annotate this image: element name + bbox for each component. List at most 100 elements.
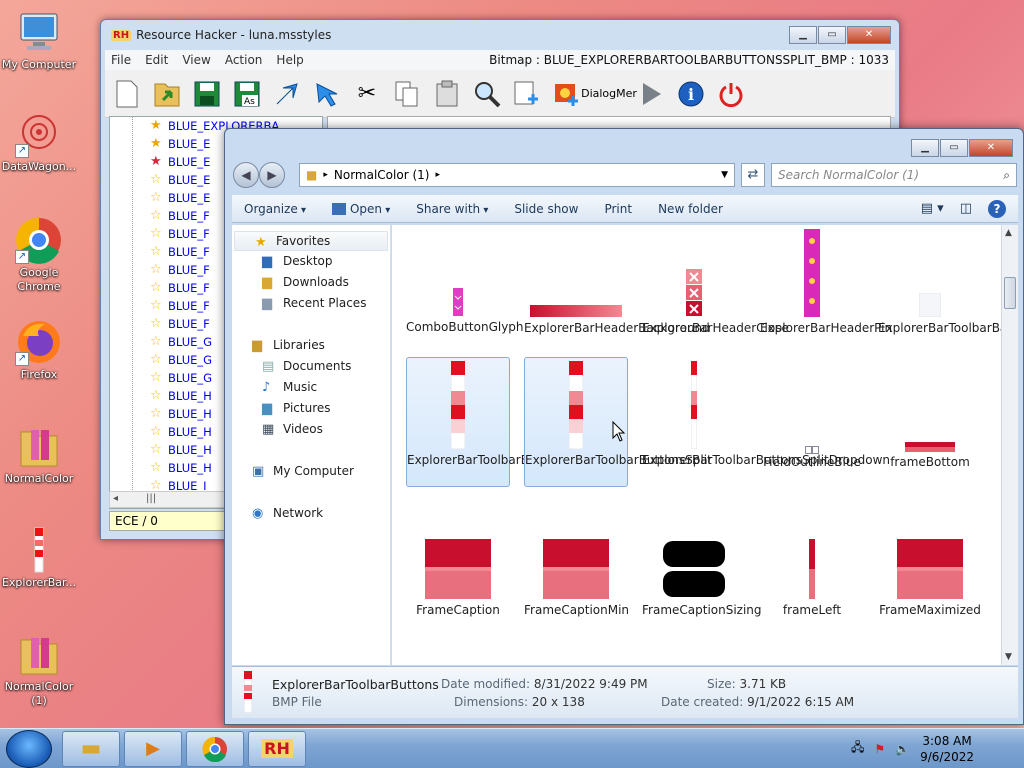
dialog-label: Dialog <box>581 87 617 100</box>
desktop-icon-explorerbar[interactable]: ExplorerBar... <box>1 526 77 590</box>
nav-pictures[interactable]: ▆ Pictures <box>232 398 390 419</box>
paste-icon[interactable] <box>431 78 463 110</box>
nav-favorites[interactable]: ★ Favorites <box>234 231 388 251</box>
copy-icon[interactable] <box>391 78 423 110</box>
file-name: ExplorerBarToolbarBackground <box>878 321 1018 335</box>
new-file-icon[interactable] <box>111 78 143 110</box>
start-button[interactable] <box>6 729 52 768</box>
desktop-icon-datawagon[interactable]: ↗ DataWagon... <box>1 110 77 174</box>
open-file-icon[interactable] <box>151 78 183 110</box>
explorer-close-button[interactable]: ✕ <box>969 139 1013 157</box>
power-icon[interactable] <box>715 78 747 110</box>
new-folder-button[interactable]: New folder <box>658 202 723 216</box>
scroll-thumb[interactable]: ||| <box>146 493 156 504</box>
nav-downloads[interactable]: ▆ Downloads <box>232 272 390 293</box>
change-view-icon[interactable]: ▤ ▾ <box>921 201 944 216</box>
scroll-left-icon[interactable]: ◂ <box>113 493 118 504</box>
file-tile-explorerbartoolbarbackground[interactable]: ExplorerBarToolbarBackground <box>878 292 1018 336</box>
scroll-thumb[interactable] <box>1004 277 1016 309</box>
cut-icon[interactable]: ✂ <box>351 78 383 110</box>
file-tile-fieldoutlineblue[interactable]: FieldOutlineBlue <box>760 443 864 470</box>
desktop-icon-my-computer[interactable]: My Computer <box>1 8 77 72</box>
network-status-icon[interactable]: 🖧 <box>851 738 864 759</box>
address-bar[interactable]: ■ ▸ NormalColor (1) ▸ ▼ <box>299 163 735 187</box>
file-tile-explorerbarheaderbackground[interactable]: ExplorerBarHeaderBackground <box>524 305 710 336</box>
share-with-button[interactable]: Share with <box>416 202 488 216</box>
dialog-merger-button[interactable]: Dialog Mer <box>581 78 637 110</box>
file-tile-framecaptionsizing[interactable]: FrameCaptionSizing <box>642 539 762 618</box>
back-button[interactable]: ◀ <box>233 162 259 188</box>
tree-item-label: BLUE_E <box>168 173 211 187</box>
search-icon[interactable]: ⌕ <box>1003 168 1010 183</box>
add-resource-icon[interactable] <box>511 78 543 110</box>
search-icon[interactable] <box>471 78 503 110</box>
preview-pane-icon[interactable]: ◫ <box>960 201 972 216</box>
print-button[interactable]: Print <box>604 202 632 216</box>
desktop-icon-firefox[interactable]: ↗ Firefox <box>1 318 77 382</box>
slide-show-button[interactable]: Slide show <box>514 202 578 216</box>
refresh-button[interactable]: ⇄ <box>741 163 765 187</box>
pictures-icon: ▆ <box>262 401 272 416</box>
rh-maximize-button[interactable]: ▭ <box>818 26 846 44</box>
volume-icon[interactable]: 🔈 <box>895 742 910 756</box>
file-tile-explorerbarheaderpin[interactable]: ExplorerBarHeaderPin <box>760 229 892 336</box>
file-tile-framebottom[interactable]: frameBottom <box>878 441 982 470</box>
nav-documents[interactable]: ▤ Documents <box>232 356 390 377</box>
scroll-down-icon[interactable]: ▼ <box>1005 652 1012 662</box>
explorer-minimize-button[interactable]: ▁ <box>911 139 939 157</box>
clock[interactable]: 3:08 AM 9/6/2022 <box>920 733 974 765</box>
rh-menu-edit[interactable]: Edit <box>145 53 168 67</box>
file-tile-explorerbartoolbarbuttons[interactable]: ExplorerBarToolbarButtons <box>406 357 567 487</box>
scroll-up-icon[interactable]: ▲ <box>1005 228 1012 238</box>
nav-desktop[interactable]: ▆ Desktop <box>232 251 390 272</box>
rh-menu-file[interactable]: File <box>111 53 131 67</box>
search-input[interactable]: Search NormalColor (1) ⌕ <box>771 163 1017 187</box>
file-tile-framecaption[interactable]: FrameCaption <box>406 539 510 618</box>
file-tile-framecaptionmin[interactable]: FrameCaptionMin <box>524 539 629 618</box>
nav-network[interactable]: ◉ Network <box>232 503 390 524</box>
nav-music[interactable]: ♪ Music <box>232 377 390 398</box>
file-tile-explorerbarheaderclose[interactable]: ExplorerBarHeaderClose <box>642 269 789 336</box>
tree-item-label: BLUE_H <box>168 407 212 421</box>
info-icon[interactable]: i <box>675 78 707 110</box>
action-center-icon[interactable]: ⚑ <box>874 742 885 756</box>
compile-arrow-icon[interactable] <box>271 78 303 110</box>
taskbar-media-player-button[interactable]: ▶ <box>124 730 182 767</box>
rh-menu-view[interactable]: View <box>182 53 210 67</box>
rh-menu-help[interactable]: Help <box>276 53 303 67</box>
add-image-icon[interactable] <box>551 78 583 110</box>
run-arrow-icon[interactable] <box>311 78 343 110</box>
nav-videos[interactable]: ▦ Videos <box>232 419 390 440</box>
organize-button[interactable]: Organize <box>244 202 306 216</box>
nav-my-computer[interactable]: ▣ My Computer <box>232 461 390 482</box>
taskbar-chrome-button[interactable] <box>186 730 244 767</box>
rh-minimize-button[interactable]: ▁ <box>789 26 817 44</box>
breadcrumb[interactable]: NormalColor (1) <box>334 168 430 182</box>
chrome-icon: ↗ <box>15 216 63 264</box>
file-name: FrameMaximized <box>879 603 981 617</box>
desktop-icon-chrome[interactable]: ↗ Google Chrome <box>1 216 77 294</box>
rh-menu-action[interactable]: Action <box>225 53 263 67</box>
file-tile-combobuttonglyph[interactable]: ComboButtonGlyph <box>406 288 524 335</box>
desktop-icon-normalcolor-1[interactable]: NormalColor (1) <box>1 630 77 708</box>
save-as-icon[interactable]: As <box>231 78 263 110</box>
nav-libraries[interactable]: ▆ Libraries <box>232 335 390 356</box>
explorer-maximize-button[interactable]: ▭ <box>940 139 968 157</box>
star-icon: ☆ <box>150 298 162 313</box>
file-tile-explorerbartoolbarbuttonssplitdropdown[interactable]: ExplorerBarToolbarButtonsSplitDropdown <box>642 360 890 468</box>
help-icon[interactable]: ? <box>988 199 1006 218</box>
taskbar-explorer-button[interactable]: ▬ <box>62 730 120 767</box>
save-icon[interactable] <box>191 78 223 110</box>
address-dropdown-icon[interactable]: ▼ <box>721 170 728 180</box>
play-icon[interactable] <box>635 78 667 110</box>
open-button[interactable]: Open <box>331 202 390 216</box>
file-tile-frameleft[interactable]: frameLeft <box>760 539 864 618</box>
file-list-scrollbar[interactable]: ▲ ▼ <box>1001 225 1018 665</box>
desktop-icon-normalcolor[interactable]: NormalColor <box>1 422 77 486</box>
nav-recent-places[interactable]: ▆ Recent Places <box>232 293 390 314</box>
taskbar-resource-hacker-button[interactable]: RH <box>248 730 306 767</box>
forward-button[interactable]: ▶ <box>259 162 285 188</box>
file-tile-framemaximized[interactable]: FrameMaximized <box>878 539 982 618</box>
rh-close-button[interactable]: ✕ <box>847 26 891 44</box>
rh-title-bar[interactable]: RH Resource Hacker - luna.msstyles <box>101 20 899 50</box>
